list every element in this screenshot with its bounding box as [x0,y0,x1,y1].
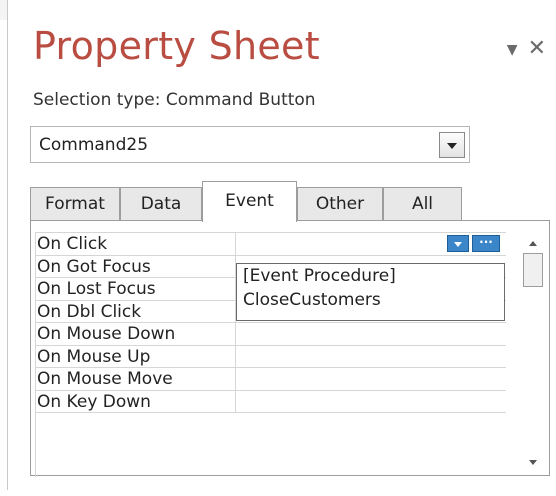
object-selector-combo[interactable]: Command25 [30,126,470,163]
property-grid: On Click ··· On Got Focus On Lost Focus … [36,233,506,413]
property-label: On Key Down [36,390,236,412]
dropdown-option[interactable]: [Event Procedure] [237,264,504,288]
property-label: On Got Focus [36,255,236,277]
title-controls: ▼ ✕ [507,36,546,61]
vertical-scrollbar[interactable] [521,233,545,471]
property-row[interactable]: On Mouse Up [36,345,506,368]
tab-bar: Format Data Event Other All [30,181,550,222]
event-dropdown-list: [Event Procedure] CloseCustomers [236,263,505,321]
property-label: On Click [36,233,236,255]
close-icon[interactable]: ✕ [528,36,546,61]
tab-event[interactable]: Event [202,181,297,222]
scroll-up-icon[interactable] [521,233,545,251]
tab-data[interactable]: Data [120,187,202,221]
property-label: On Mouse Down [36,323,236,345]
property-row[interactable]: On Key Down [36,390,506,413]
scrollbar-thumb[interactable] [523,253,543,287]
tab-other[interactable]: Other [297,187,383,221]
property-label: On Mouse Move [36,368,236,390]
chevron-down-icon[interactable] [439,132,465,158]
page-title: Property Sheet [33,24,320,68]
object-selector-value: Command25 [39,135,149,155]
property-label: On Mouse Up [36,345,236,367]
dropdown-option[interactable]: CloseCustomers [237,288,504,312]
chevron-down-icon[interactable] [447,235,469,252]
property-label: On Lost Focus [36,278,236,300]
tab-all[interactable]: All [383,187,462,221]
property-row[interactable]: On Mouse Down [36,323,506,346]
chevron-down-icon[interactable]: ▼ [507,42,518,58]
tab-format[interactable]: Format [30,187,120,221]
property-label: On Dbl Click [36,300,236,322]
scroll-down-icon[interactable] [521,453,545,471]
selection-type-label: Selection type: Command Button [33,90,316,110]
property-row[interactable]: On Click ··· [36,233,506,256]
property-row[interactable]: On Mouse Move [36,368,506,391]
property-grid-container: On Click ··· On Got Focus On Lost Focus … [30,220,550,477]
ellipsis-icon[interactable]: ··· [472,235,500,252]
